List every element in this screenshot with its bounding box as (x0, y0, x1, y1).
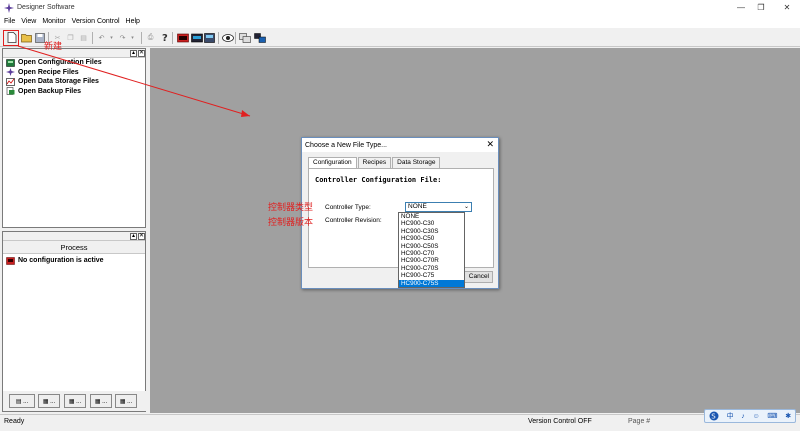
ime-logo-icon[interactable]: S (709, 411, 719, 421)
ime-music-icon[interactable]: ♪ (741, 413, 745, 420)
ime-chinese-toggle[interactable]: 中 (727, 411, 734, 421)
annotation-arrow (17, 45, 251, 117)
ime-settings-icon[interactable]: ✱ (785, 412, 791, 420)
status-ready: Ready (4, 418, 25, 425)
ime-emoji-icon[interactable]: ☺ (753, 413, 760, 420)
ime-toolbar: S 中 ♪ ☺ ⌨ ✱ (704, 409, 796, 423)
status-page: Page # (628, 418, 651, 425)
status-version-control: Version Control OFF (528, 418, 592, 425)
ime-keyboard-icon[interactable]: ⌨ (767, 412, 777, 420)
status-bar: Ready Version Control OFF Page # (0, 414, 800, 431)
svg-text:S: S (711, 413, 716, 421)
